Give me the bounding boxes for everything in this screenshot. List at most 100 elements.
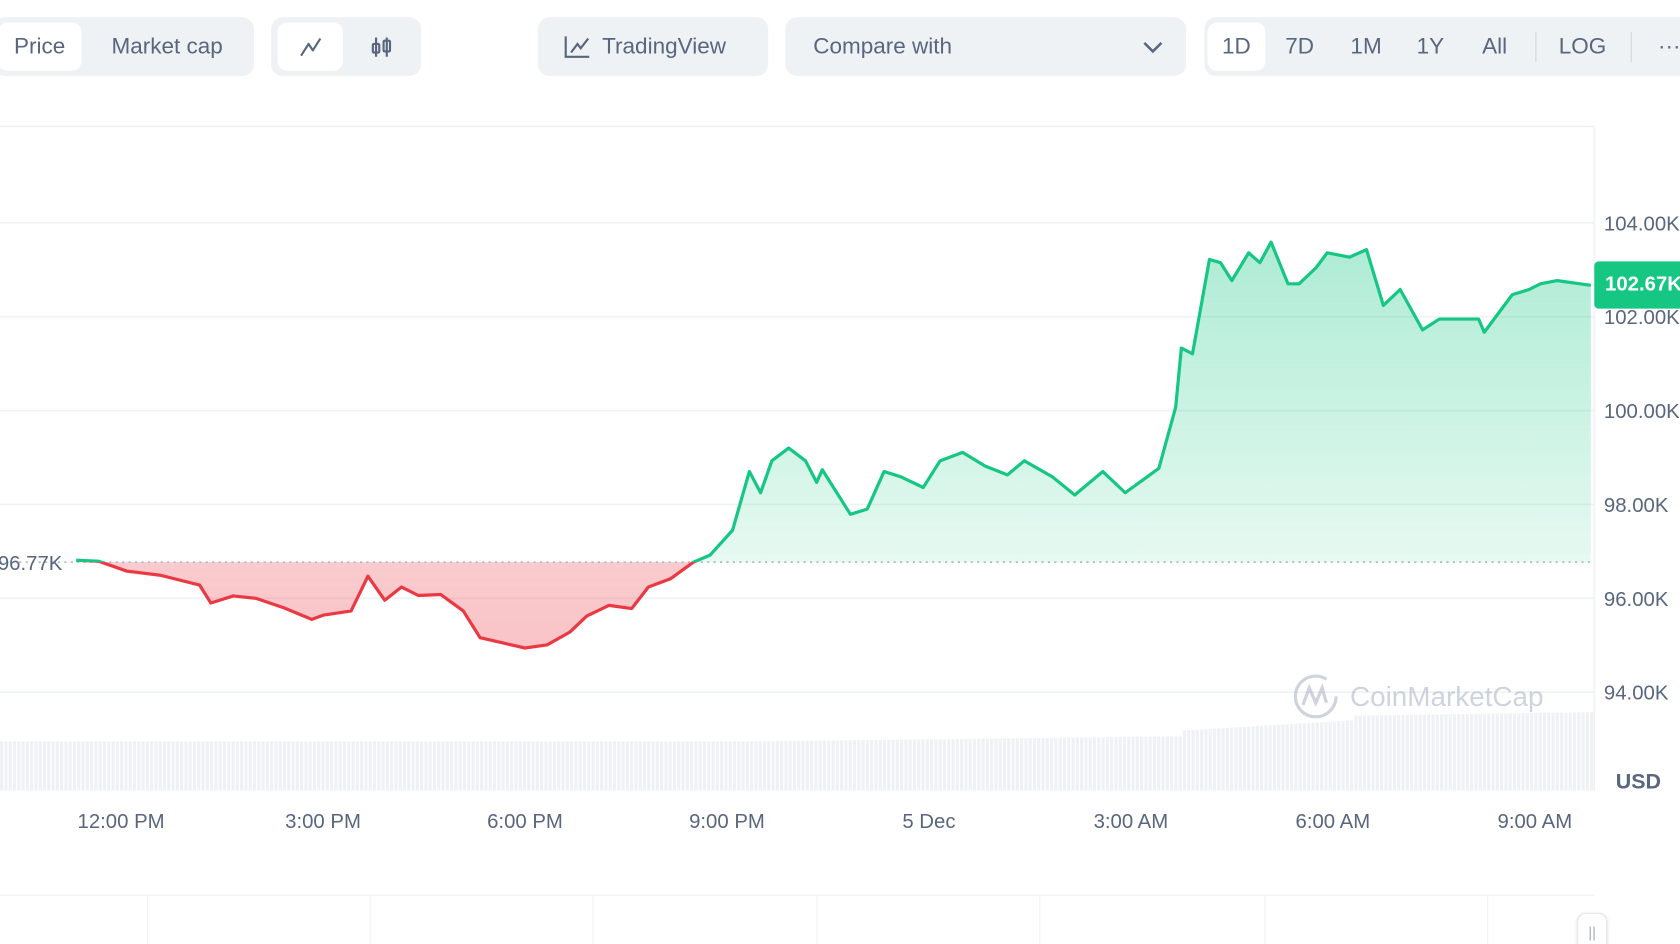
- volume-bar: [1350, 720, 1354, 791]
- volume-bar: [475, 741, 479, 791]
- volume-bar: [900, 739, 904, 791]
- volume-bar: [21, 741, 25, 791]
- volume-bar: [462, 741, 467, 791]
- volume-bar: [458, 741, 462, 791]
- volume-bar: [325, 741, 329, 791]
- volume-bar: [1388, 715, 1392, 791]
- volume-bar: [822, 740, 827, 791]
- volume-bar: [745, 741, 749, 791]
- volume-bar: [685, 741, 689, 791]
- volume-bar: [651, 741, 655, 791]
- volume-bar: [1208, 728, 1212, 791]
- volume-bar: [287, 741, 291, 791]
- volume-bar: [55, 741, 59, 791]
- volume-bar: [1178, 736, 1182, 791]
- volume-bar: [68, 741, 72, 791]
- volume-bar: [124, 741, 128, 791]
- volume-bar: [557, 741, 561, 791]
- volume-bar: [231, 741, 235, 791]
- volume-bar: [265, 741, 269, 791]
- volume-bar: [338, 741, 342, 791]
- navigator-divider: [816, 895, 818, 944]
- watermark-text: CoinMarketCap: [1350, 679, 1544, 712]
- volume-bar: [1277, 724, 1281, 791]
- volume-bar: [904, 739, 908, 791]
- volume-bar: [1092, 737, 1097, 791]
- volume-bar: [411, 741, 415, 791]
- volume-bar: [861, 740, 865, 791]
- volume-bar: [1217, 728, 1221, 791]
- volume-bar: [792, 740, 797, 791]
- volume-bar: [955, 738, 959, 791]
- volume-bar: [1358, 715, 1362, 791]
- volume-bar: [544, 741, 548, 791]
- volume-bar: [81, 741, 85, 791]
- volume-bar: [1392, 715, 1397, 791]
- volume-bar: [72, 741, 77, 791]
- volume-bar: [278, 741, 282, 791]
- range-navigator[interactable]: [0, 894, 1595, 944]
- volume-bar: [1508, 713, 1512, 791]
- volume-bar: [420, 741, 424, 791]
- volume-bar: [227, 741, 231, 791]
- volume-bar: [1041, 737, 1045, 791]
- currency-label: USD: [1615, 770, 1661, 794]
- volume-bar: [1020, 738, 1024, 791]
- volume-bar: [707, 741, 711, 791]
- volume-bar: [1581, 712, 1585, 791]
- volume-bar: [308, 741, 312, 791]
- volume-bar: [1204, 729, 1208, 791]
- x-tick-label: 6:00 PM: [487, 811, 563, 833]
- volume-bar: [1242, 726, 1247, 791]
- volume-bar: [145, 741, 149, 791]
- volume-bar: [1332, 721, 1337, 791]
- volume-bar: [1328, 721, 1332, 791]
- volume-bar: [1461, 714, 1465, 791]
- volume-bar: [205, 741, 209, 791]
- navigator-handle[interactable]: ||: [1577, 912, 1608, 944]
- volume-bar: [985, 738, 989, 791]
- volume-bar: [1152, 736, 1157, 791]
- volume-bar: [1285, 724, 1289, 791]
- volume-bar: [368, 741, 372, 791]
- volume-bar: [330, 741, 334, 791]
- volume-bar: [407, 741, 411, 791]
- volume-bar: [360, 741, 364, 791]
- volume-bar: [1050, 737, 1054, 791]
- volume-bar: [1054, 737, 1058, 791]
- y-tick-label: 98.00K: [1604, 495, 1669, 517]
- volume-bar: [1024, 738, 1028, 791]
- volume-bar: [642, 741, 647, 791]
- volume-bar: [90, 741, 94, 791]
- volume-bar: [175, 741, 179, 791]
- volume-bar: [600, 741, 604, 791]
- volume-bar: [677, 741, 681, 791]
- volume-bar: [570, 741, 574, 791]
- volume-bar: [1011, 738, 1015, 791]
- volume-bar: [1521, 713, 1525, 791]
- volume-bar: [882, 739, 887, 791]
- volume-bar: [484, 741, 488, 791]
- volume-bar: [218, 741, 222, 791]
- volume-bar: [25, 741, 29, 791]
- volume-bar: [1182, 730, 1187, 791]
- volume-bar: [454, 741, 458, 791]
- volume-bar: [702, 741, 707, 791]
- volume-bar: [942, 739, 947, 791]
- volume-bar: [805, 740, 809, 791]
- volume-bar: [1414, 714, 1418, 791]
- volume-bar: [552, 741, 557, 791]
- volume-bar: [402, 741, 407, 791]
- volume-bar: [1307, 723, 1311, 791]
- volume-bar: [938, 739, 942, 791]
- volume-bar: [17, 741, 21, 791]
- volume-bar: [1105, 737, 1109, 791]
- volume-bar: [1135, 736, 1139, 791]
- volume-bar: [681, 741, 685, 791]
- volume-bar: [720, 741, 724, 791]
- volume-bar: [432, 741, 437, 791]
- volume-bar: [137, 741, 141, 791]
- price-chart[interactable]: 104.00K 102.00K 100.00K 98.00K 96.00K 94.00K 1…: [0, 0, 1680, 944]
- volume-bar: [197, 741, 201, 791]
- volume-bar: [1568, 712, 1572, 791]
